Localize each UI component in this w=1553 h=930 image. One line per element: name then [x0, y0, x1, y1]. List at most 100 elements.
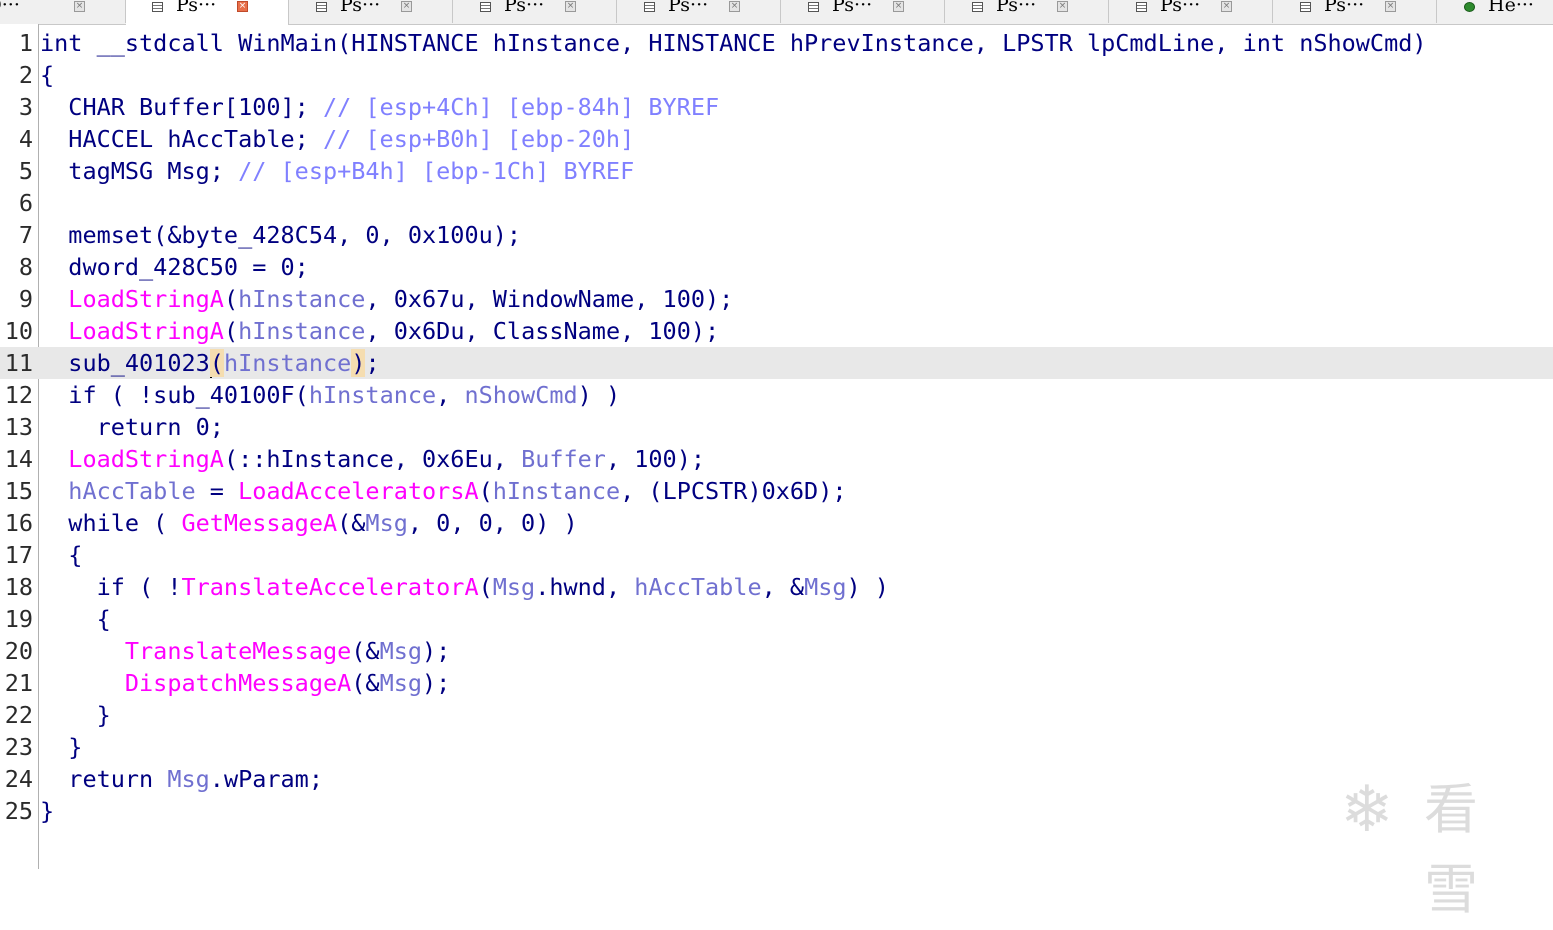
api-call: TranslateAcceleratorA: [181, 573, 479, 601]
tab-2[interactable]: Ps··· ×: [290, 0, 453, 23]
code-line[interactable]: 24 return Msg.wParam;: [0, 763, 1553, 795]
close-icon[interactable]: ×: [401, 1, 412, 12]
code-token: return: [40, 765, 168, 793]
comment: // [esp+B4h] [ebp-1Ch] BYREF: [238, 157, 635, 185]
code-token: ,: [436, 381, 465, 409]
api-call: LoadStringA: [68, 445, 224, 473]
snowflake-icon: ❄: [1340, 773, 1394, 847]
code-line[interactable]: 12 if ( !sub_40100F(hInstance, nShowCmd)…: [0, 379, 1553, 411]
code-line[interactable]: 17 {: [0, 539, 1553, 571]
code-line[interactable]: 6: [0, 187, 1553, 219]
tab-0[interactable]: ID··· ×: [0, 0, 126, 23]
line-source: memset(&byte_428C54, 0, 0x100u);: [40, 219, 521, 251]
code-line[interactable]: 9 LoadStringA(hInstance, 0x67u, WindowNa…: [0, 283, 1553, 315]
tab-8[interactable]: Ps··· ×: [1274, 0, 1437, 23]
code-token: ) ): [846, 573, 889, 601]
line-number: 20: [4, 637, 33, 665]
pseudocode-icon: [480, 2, 491, 12]
api-call: GetMessageA: [181, 509, 338, 537]
code-line[interactable]: 14 LoadStringA(::hInstance, 0x6Eu, Buffe…: [0, 443, 1553, 475]
line-number: 5: [18, 157, 33, 185]
line-number: 13: [4, 413, 33, 441]
code-line[interactable]: 5 tagMSG Msg; // [esp+B4h] [ebp-1Ch] BYR…: [0, 155, 1553, 187]
close-icon[interactable]: ×: [1385, 1, 1396, 12]
tab-1[interactable]: Ps··· ×: [126, 0, 289, 25]
close-icon[interactable]: ×: [1057, 1, 1068, 12]
code-line[interactable]: 7 memset(&byte_428C54, 0, 0x100u);: [0, 219, 1553, 251]
code-line[interactable]: 8 dword_428C50 = 0;: [0, 251, 1553, 283]
code-line[interactable]: 21 DispatchMessageA(&Msg);: [0, 667, 1553, 699]
line-number: 21: [4, 669, 33, 697]
line-source: return 0;: [40, 411, 224, 443]
line-source: if ( !TranslateAcceleratorA(Msg.hwnd, hA…: [40, 571, 889, 603]
code-token: ): [351, 349, 366, 377]
code-token: CHAR Buffer[100];: [40, 93, 323, 121]
code-line[interactable]: 18 if ( !TranslateAcceleratorA(Msg.hwnd,…: [0, 571, 1553, 603]
line-number: 2: [18, 61, 33, 89]
close-icon[interactable]: ×: [565, 1, 576, 12]
line-number: 3: [18, 93, 33, 121]
code-token: (::hInstance, 0x6Eu,: [223, 445, 522, 473]
code-token: }: [40, 701, 111, 729]
code-line[interactable]: 16 while ( GetMessageA(&Msg, 0, 0, 0) ): [0, 507, 1553, 539]
code-line[interactable]: 13 return 0;: [0, 411, 1553, 443]
tab-label: Ps···: [1324, 0, 1365, 16]
tab-9[interactable]: He···: [1438, 0, 1553, 23]
tab-4[interactable]: Ps··· ×: [618, 0, 781, 23]
close-icon[interactable]: ×: [893, 1, 904, 12]
line-source: {: [40, 59, 54, 91]
variable-token: hInstance: [238, 317, 366, 345]
code-line[interactable]: 25}: [0, 795, 1553, 827]
watermark-text: 看雪: [1424, 778, 1480, 921]
code-line[interactable]: 23 }: [0, 731, 1553, 763]
tab-5[interactable]: Ps··· ×: [782, 0, 945, 23]
code-line[interactable]: 19 {: [0, 603, 1553, 635]
line-source: hAccTable = LoadAcceleratorsA(hInstance,…: [40, 475, 847, 507]
close-icon[interactable]: ×: [237, 1, 248, 12]
tab-label: Ps···: [340, 0, 381, 16]
line-number: 4: [18, 125, 33, 153]
code-token: (: [223, 317, 239, 345]
code-line[interactable]: 10 LoadStringA(hInstance, 0x6Du, ClassNa…: [0, 315, 1553, 347]
variable-token: Msg: [492, 573, 536, 601]
code-line[interactable]: 4 HACCEL hAccTable; // [esp+B0h] [ebp-20…: [0, 123, 1553, 155]
pseudocode-view[interactable]: 1 int __stdcall WinMain(HINSTANCE hInstan…: [0, 27, 1553, 827]
variable-token: hInstance: [308, 381, 437, 409]
code-line[interactable]: 3 CHAR Buffer[100]; // [esp+4Ch] [ebp-84…: [0, 91, 1553, 123]
line-number: 22: [4, 701, 33, 729]
code-token: (: [478, 477, 493, 505]
variable-token: Msg: [167, 765, 210, 793]
code-line[interactable]: 15 hAccTable = LoadAcceleratorsA(hInstan…: [0, 475, 1553, 507]
tab-label: Ps···: [176, 0, 217, 16]
code-token: (: [209, 349, 224, 377]
code-token: tagMSG Msg;: [40, 157, 239, 185]
code-token: (&: [337, 509, 366, 537]
code-line[interactable]: 11 sub_401023(hInstance);: [0, 347, 1553, 379]
tab-7[interactable]: Ps··· ×: [1110, 0, 1273, 23]
code-token: int __stdcall WinMain(HINSTANCE hInstanc…: [40, 29, 1427, 57]
tab-6[interactable]: Ps··· ×: [946, 0, 1109, 23]
close-icon[interactable]: ×: [729, 1, 740, 12]
line-source: tagMSG Msg; // [esp+B4h] [ebp-1Ch] BYREF: [40, 155, 634, 187]
code-token: );: [422, 637, 451, 665]
close-icon[interactable]: ×: [74, 1, 85, 12]
code-token: , (LPCSTR)0x6D);: [620, 477, 847, 505]
code-line[interactable]: 2{: [0, 59, 1553, 91]
line-source: dword_428C50 = 0;: [40, 251, 309, 283]
code-token: while (: [40, 509, 182, 537]
variable-token: Msg: [379, 637, 423, 665]
close-icon[interactable]: ×: [1221, 1, 1232, 12]
tab-3[interactable]: Ps··· ×: [454, 0, 617, 23]
pseudocode-icon: [316, 2, 327, 12]
code-line[interactable]: 1 int __stdcall WinMain(HINSTANCE hInstan…: [0, 27, 1553, 59]
line-number: 15: [4, 477, 33, 505]
line-number: 18: [4, 573, 33, 601]
variable-token: Msg: [365, 509, 408, 537]
code-line[interactable]: 22 }: [0, 699, 1553, 731]
pseudocode-icon: [152, 2, 163, 12]
code-token: , &: [761, 573, 805, 601]
code-token: (: [478, 573, 493, 601]
code-line[interactable]: 20 TranslateMessage(&Msg);: [0, 635, 1553, 667]
